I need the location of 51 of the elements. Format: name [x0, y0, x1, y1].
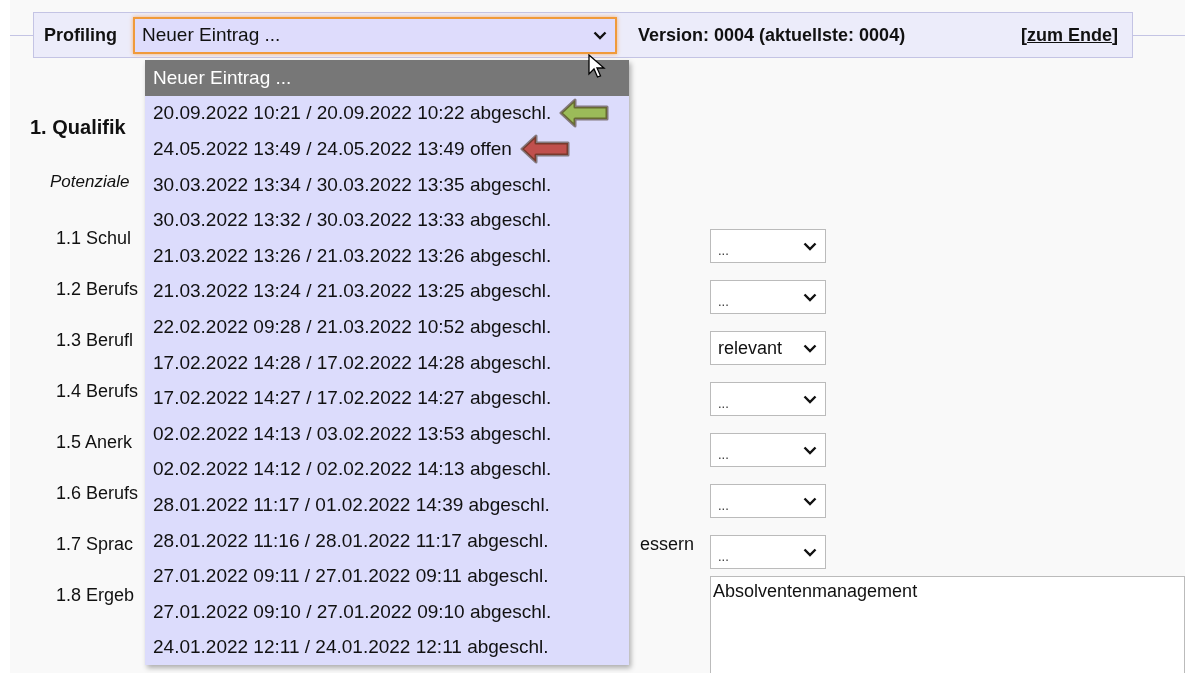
subheading: Potenziale: [50, 172, 130, 193]
row-label: 1.4 Berufs: [56, 381, 139, 402]
chevron-down-icon: [803, 394, 817, 404]
value-select[interactable]: ...: [710, 535, 826, 569]
row-label: 1.8 Ergeb: [56, 585, 135, 606]
entry-select[interactable]: Neuer Eintrag ...: [133, 16, 617, 54]
row-label: 1.3 Berufl: [56, 330, 134, 351]
value-select[interactable]: relevant: [710, 331, 826, 365]
chevron-down-icon: [803, 445, 817, 455]
row-label: 1.6 Berufs: [56, 483, 139, 504]
end-link[interactable]: zum Ende: [1027, 24, 1112, 46]
dropdown-option[interactable]: 28.01.2022 11:17 / 01.02.2022 14:39 abgeschl.: [145, 487, 629, 523]
dropdown-option[interactable]: Neuer Eintrag ...: [145, 60, 629, 96]
dropdown-option[interactable]: 22.02.2022 09:28 / 21.03.2022 10:52 abgeschl.: [145, 309, 629, 345]
dropdown-option[interactable]: 02.02.2022 14:12 / 02.02.2022 14:13 abgeschl.: [145, 451, 629, 488]
value-select[interactable]: ...: [710, 229, 826, 263]
row-label: 1.5 Anerk: [56, 432, 133, 453]
dropdown-option[interactable]: 17.02.2022 14:27 / 17.02.2022 14:27 abgeschl.: [145, 380, 629, 416]
chevron-down-icon: [803, 496, 817, 506]
dropdown-option[interactable]: 24.01.2022 12:11 / 24.01.2022 12:11 abgeschl.: [145, 629, 629, 666]
dropdown-option[interactable]: 17.02.2022 14:28 / 17.02.2022 14:28 abgeschl.: [145, 344, 629, 381]
chevron-down-icon: [593, 30, 607, 40]
dropdown-option[interactable]: 20.09.2022 10:21 / 20.09.2022 10:22 abgeschl.: [145, 95, 629, 132]
bracket: [: [1021, 24, 1027, 46]
chevron-down-icon: [803, 241, 817, 251]
dropdown-option[interactable]: 24.05.2022 13:49 / 24.05.2022 13:49 offen: [145, 131, 629, 167]
value-select[interactable]: ...: [710, 382, 826, 416]
value-select[interactable]: ...: [710, 280, 826, 314]
row-label-end: essern: [639, 534, 694, 555]
dropdown-option[interactable]: 21.03.2022 13:24 / 21.03.2022 13:25 abgeschl.: [145, 273, 629, 310]
text-area[interactable]: Absolventenmanagement: [710, 576, 1185, 673]
dropdown-option[interactable]: 30.03.2022 13:34 / 30.03.2022 13:35 abgeschl.: [145, 166, 629, 203]
dropdown-option[interactable]: 02.02.2022 14:13 / 03.02.2022 13:53 abgeschl.: [145, 415, 629, 452]
cursor-icon: [588, 54, 606, 80]
dropdown-option[interactable]: 21.03.2022 13:26 / 21.03.2022 13:26 abgeschl.: [145, 237, 629, 274]
chevron-down-icon: [803, 547, 817, 557]
chevron-down-icon: [803, 343, 817, 353]
dropdown-option[interactable]: 27.01.2022 09:11 / 27.01.2022 09:11 abgeschl.: [145, 558, 629, 594]
dropdown-option[interactable]: 28.01.2022 11:16 / 28.01.2022 11:17 abgeschl.: [145, 522, 629, 559]
row-label: 1.1 Schul: [56, 228, 132, 249]
row-label: 1.7 Sprac: [56, 534, 134, 555]
bracket: ]: [1112, 24, 1118, 46]
row-label: 1.2 Berufs: [56, 279, 139, 300]
chevron-down-icon: [803, 292, 817, 302]
dropdown-option[interactable]: 27.01.2022 09:10 / 27.01.2022 09:10 abgeschl.: [145, 593, 629, 630]
value-select[interactable]: ...: [710, 484, 826, 518]
dropdown-option[interactable]: 30.03.2022 13:32 / 30.03.2022 13:33 abgeschl.: [145, 202, 629, 238]
value-select[interactable]: ...: [710, 433, 826, 467]
version-label: Version: 0004 (aktuellste: 0004): [638, 24, 906, 46]
section-heading: 1. Qualifik: [30, 116, 127, 140]
profiling-label: Profiling: [44, 24, 117, 46]
